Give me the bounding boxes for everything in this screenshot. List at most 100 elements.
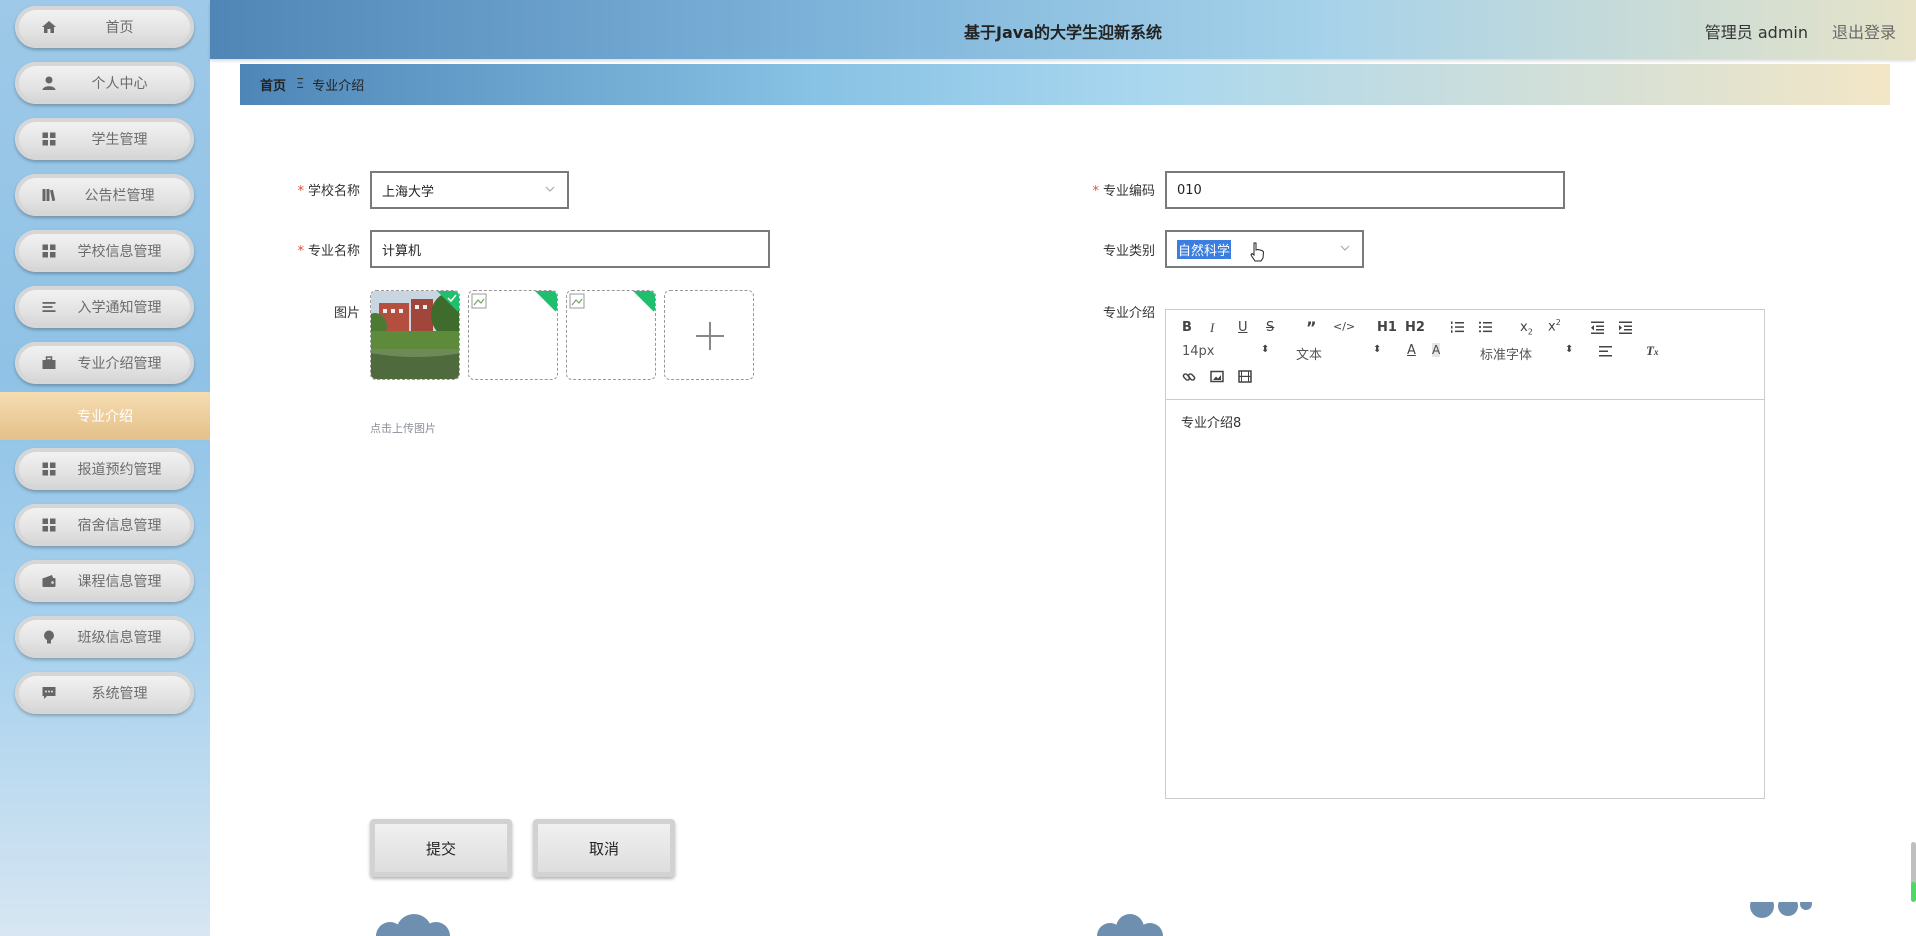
- school-name-select[interactable]: 上海大学: [370, 171, 569, 209]
- sidebar: 首页 个人中心 学生管理 公告栏管理 学校信息管理 入学通知管理 专业介绍管理 …: [0, 0, 210, 936]
- upload-success-badge: [531, 291, 557, 312]
- breadcrumb-current: 专业介绍: [312, 79, 365, 94]
- align-button[interactable]: [1598, 345, 1612, 358]
- font-family-select[interactable]: 标准字体: [1480, 344, 1532, 363]
- school-name-label-text: 学校名称: [307, 184, 360, 199]
- major-code-input[interactable]: 010: [1165, 171, 1565, 209]
- broken-image-icon: [471, 293, 487, 309]
- uploaded-image-1[interactable]: [370, 290, 460, 380]
- block-type-select[interactable]: 文本: [1296, 344, 1322, 363]
- breadcrumb: 首页 Ξ 专业介绍: [240, 64, 1890, 105]
- background-color-button[interactable]: A: [1432, 343, 1441, 357]
- breadcrumb-separator: Ξ: [296, 77, 305, 92]
- bullet-list-button[interactable]: [1478, 320, 1492, 334]
- user-icon: [42, 76, 56, 90]
- sidebar-item-school-info[interactable]: 学校信息管理: [15, 230, 194, 272]
- required-mark: *: [297, 244, 304, 259]
- grid-icon: [42, 132, 56, 146]
- check-icon: [447, 294, 457, 303]
- font-color-button[interactable]: A: [1407, 343, 1416, 358]
- major-name-label-text: 专业名称: [307, 244, 360, 259]
- sidebar-item-registration[interactable]: 报道预约管理: [15, 448, 194, 490]
- underline-button[interactable]: U: [1238, 320, 1248, 335]
- link-button[interactable]: [1182, 370, 1196, 384]
- add-image-button[interactable]: [664, 290, 754, 380]
- list-icon: [42, 302, 56, 312]
- image-label: 图片: [300, 302, 360, 321]
- indent-button[interactable]: [1618, 320, 1632, 334]
- sidebar-subitem-major-intro[interactable]: 专业介绍: [0, 392, 210, 440]
- clear-format-button[interactable]: Tx: [1646, 343, 1658, 359]
- ordered-list-button[interactable]: [1450, 320, 1464, 334]
- major-name-input[interactable]: 计算机: [370, 230, 770, 268]
- editor-content[interactable]: 专业介绍8: [1166, 400, 1764, 443]
- font-family-value: 标准字体: [1480, 348, 1533, 363]
- upload-success-badge: [629, 291, 655, 312]
- major-code-label-text: 专业编码: [1102, 184, 1155, 199]
- current-user: 管理员 admin: [1704, 23, 1808, 42]
- major-code-value: 010: [1177, 182, 1202, 198]
- sidebar-item-notices[interactable]: 公告栏管理: [15, 174, 194, 216]
- books-icon: [42, 189, 56, 202]
- video-button[interactable]: [1238, 370, 1252, 383]
- broken-image-icon: [569, 293, 585, 309]
- briefcase-icon: [42, 356, 56, 369]
- chat-icon: [42, 687, 56, 699]
- h1-button[interactable]: H1: [1377, 320, 1397, 335]
- superscript-button[interactable]: x2: [1548, 318, 1561, 334]
- bold-button[interactable]: B: [1182, 320, 1192, 335]
- font-family-arrows-icon: ⬍: [1565, 344, 1574, 355]
- home-icon: [42, 21, 56, 33]
- sidebar-item-profile[interactable]: 个人中心: [15, 62, 194, 104]
- italic-button[interactable]: I: [1210, 320, 1214, 336]
- ordered-list-icon: [1451, 321, 1464, 333]
- font-size-select[interactable]: 14px: [1182, 344, 1215, 359]
- block-type-value: 文本: [1296, 348, 1323, 363]
- strikethrough-button[interactable]: S: [1266, 320, 1274, 335]
- logout-link[interactable]: 退出登录: [1832, 19, 1896, 43]
- uploaded-image-3[interactable]: [566, 290, 656, 380]
- sidebar-item-major-intro[interactable]: 专业介绍管理: [15, 342, 194, 384]
- h2-button[interactable]: H2: [1405, 320, 1425, 335]
- intro-label: 专业介绍: [1075, 302, 1155, 321]
- image-button[interactable]: [1210, 370, 1224, 383]
- grid-icon: [42, 462, 56, 476]
- sidebar-item-home[interactable]: 首页: [15, 6, 194, 48]
- image-icon: [1210, 370, 1224, 383]
- sidebar-item-students[interactable]: 学生管理: [15, 118, 194, 160]
- flower-decoration-icon: [1097, 914, 1163, 936]
- sidebar-item-dormitory[interactable]: 宿舍信息管理: [15, 504, 194, 546]
- major-type-select[interactable]: 自然科学: [1165, 230, 1364, 268]
- blockquote-button[interactable]: ”: [1306, 318, 1317, 337]
- sidebar-item-courses[interactable]: 课程信息管理: [15, 560, 194, 602]
- submit-button[interactable]: 提交: [370, 819, 512, 877]
- app-title: 基于Java的大学生迎新系统: [964, 23, 1162, 42]
- plus-icon: [709, 322, 711, 350]
- grid-icon: [42, 244, 56, 258]
- code-button[interactable]: </>: [1333, 320, 1355, 333]
- bulb-icon: [44, 630, 54, 644]
- bullet-list-icon: [1478, 321, 1492, 333]
- subscript-button[interactable]: x2: [1520, 320, 1533, 337]
- image-label-text: 图片: [333, 306, 360, 321]
- sidebar-item-admission-notice[interactable]: 入学通知管理: [15, 286, 194, 328]
- hand-cursor-icon: [1250, 242, 1265, 262]
- breadcrumb-home[interactable]: 首页: [260, 75, 286, 94]
- major-name-label: * 专业名称: [280, 240, 360, 259]
- cancel-button[interactable]: 取消: [533, 819, 675, 877]
- align-left-icon: [1599, 346, 1612, 357]
- intro-label-text: 专业介绍: [1102, 306, 1155, 321]
- major-type-label: 专业类别: [1075, 240, 1155, 259]
- sidebar-item-classes[interactable]: 班级信息管理: [15, 616, 194, 658]
- required-mark: *: [1092, 184, 1099, 199]
- sidebar-item-system[interactable]: 系统管理: [15, 672, 194, 714]
- top-header: 基于Java的大学生迎新系统 管理员 admin 退出登录: [210, 0, 1916, 59]
- uploaded-image-2[interactable]: [468, 290, 558, 380]
- major-type-value: 自然科学: [1177, 239, 1232, 259]
- link-icon: [1182, 373, 1196, 381]
- page-scrollbar-thumb[interactable]: [1911, 882, 1916, 902]
- school-name-label: * 学校名称: [280, 180, 360, 199]
- upload-tip: 点击上传图片: [370, 422, 436, 435]
- font-size-value: 14px: [1182, 344, 1215, 359]
- outdent-button[interactable]: [1590, 320, 1604, 334]
